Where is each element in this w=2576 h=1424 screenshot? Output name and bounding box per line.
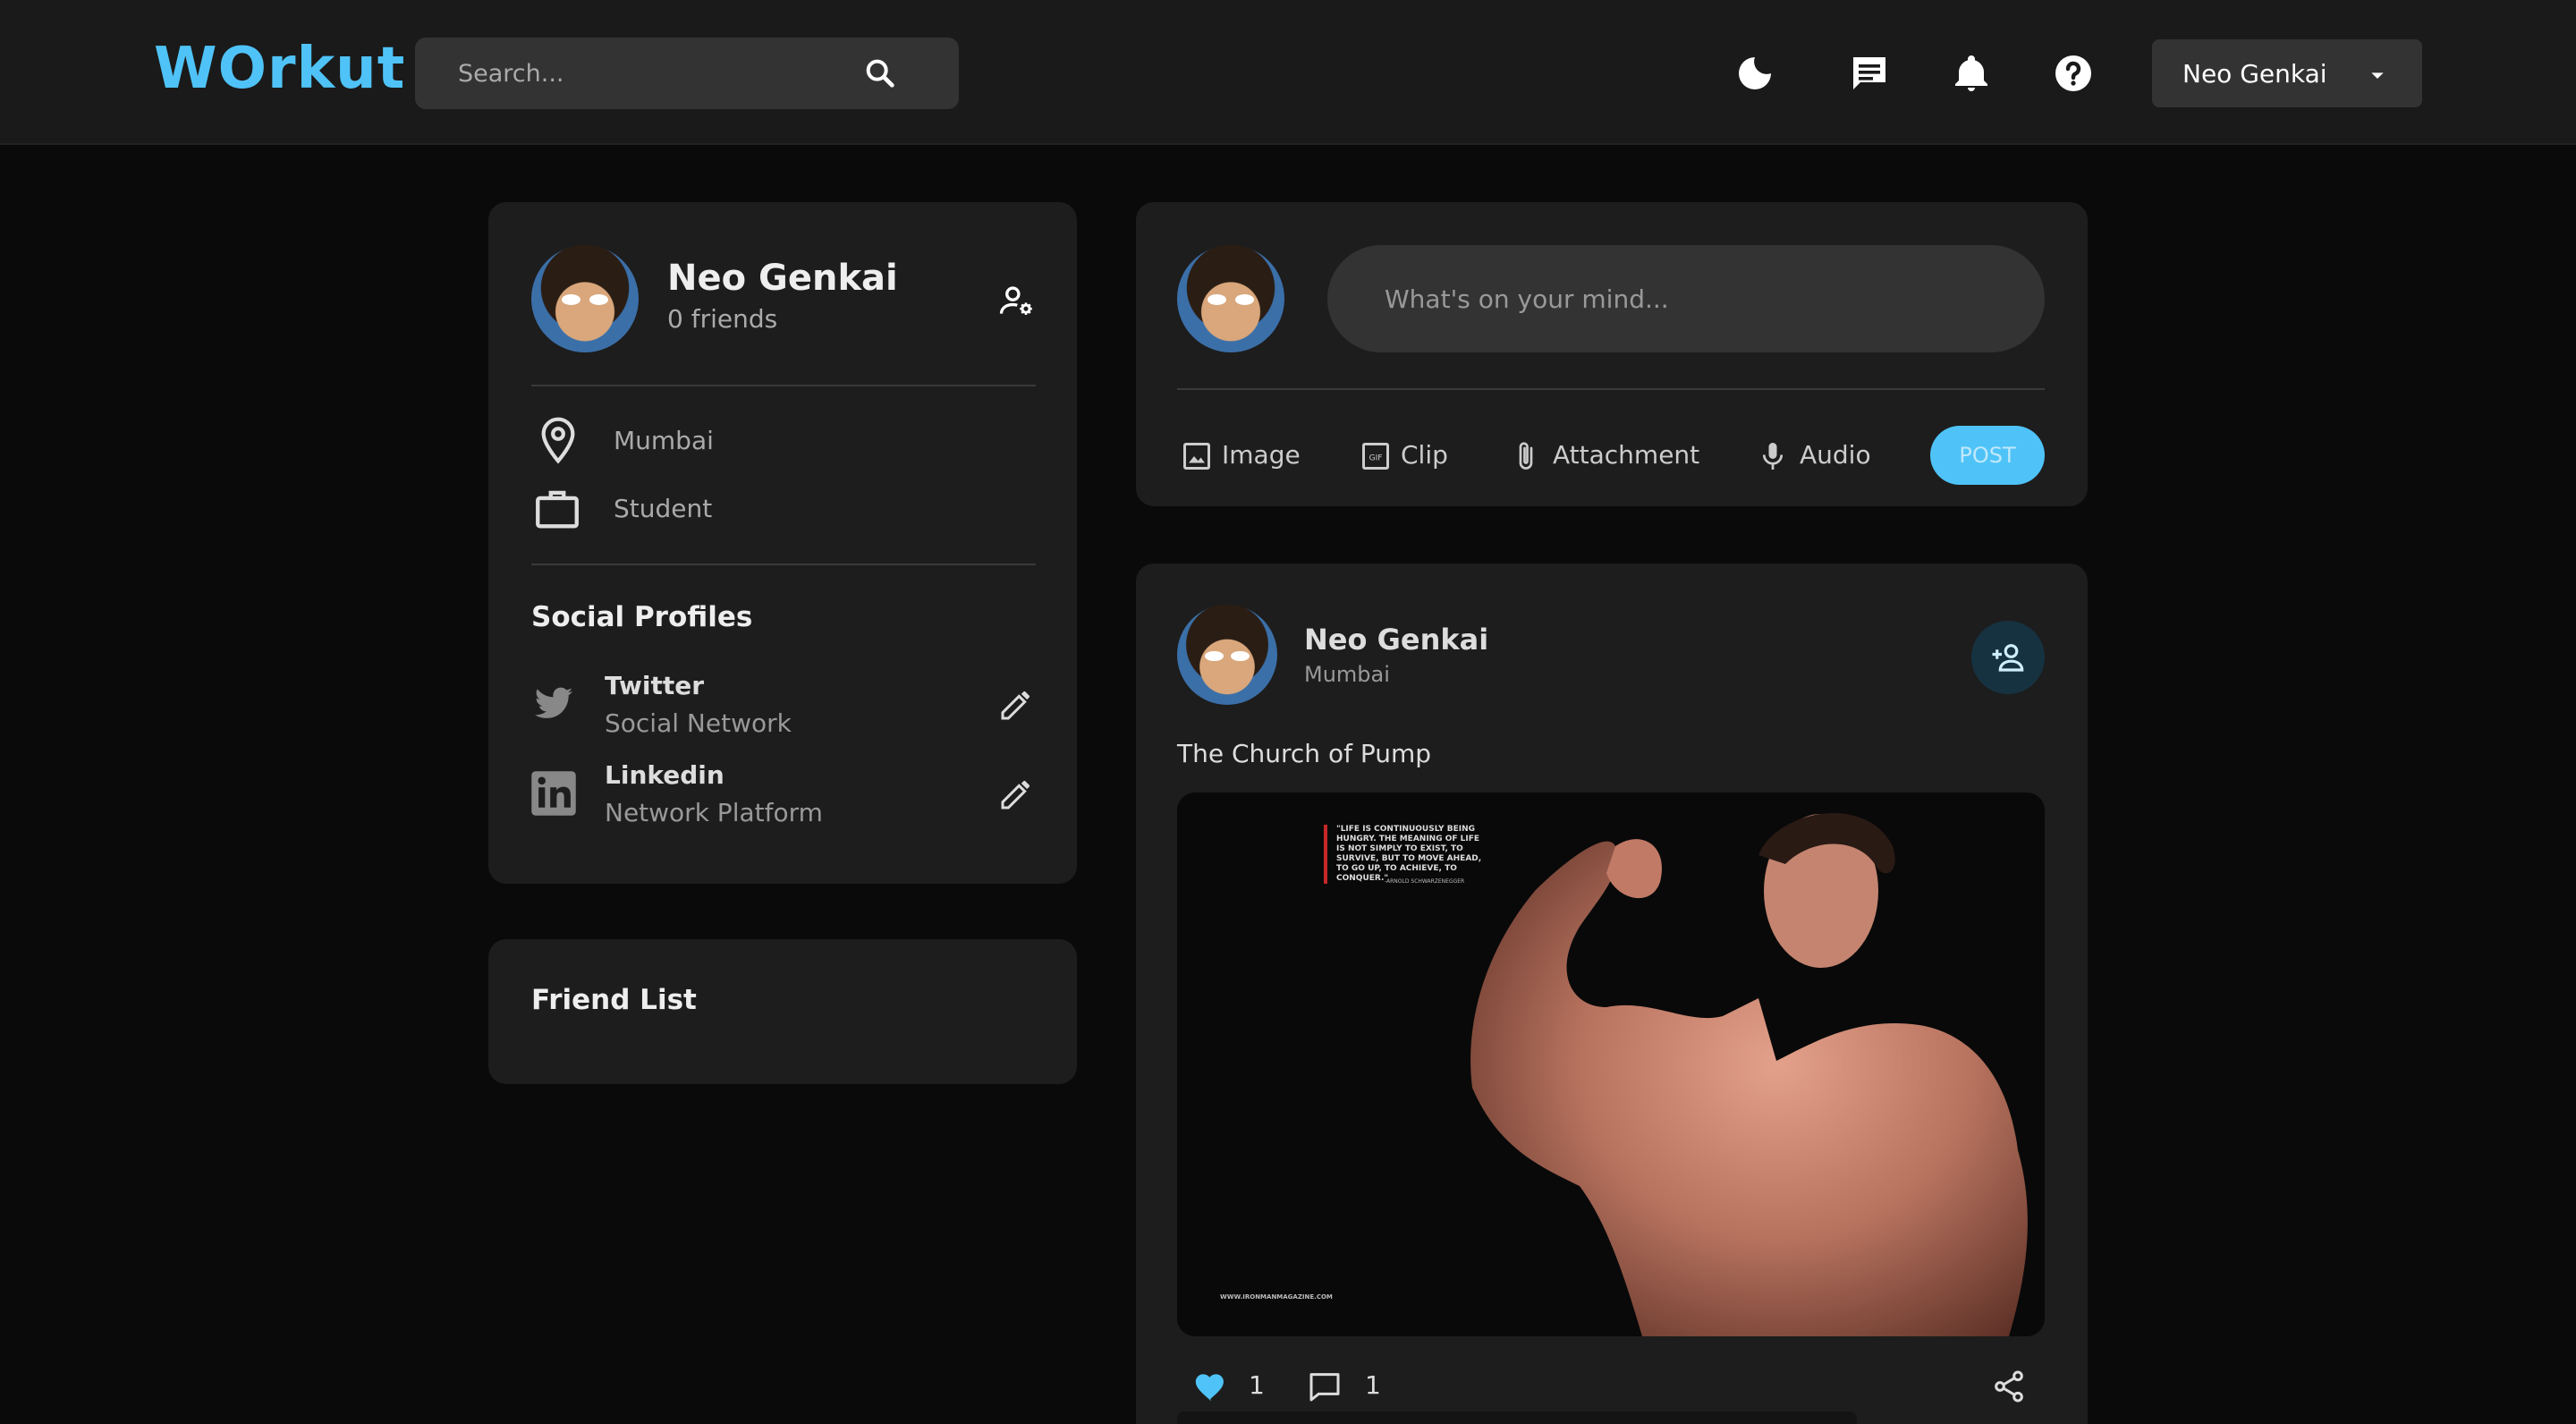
profile-divider — [531, 564, 1036, 565]
social-subtitle: Network Platform — [605, 798, 823, 827]
likes-count: 1 — [1249, 1370, 1265, 1400]
social-name: Linkedin — [605, 760, 724, 790]
post-button[interactable]: POST — [1930, 426, 2045, 485]
gif-icon: GIF — [1362, 443, 1389, 470]
linkedin-icon[interactable] — [530, 769, 578, 818]
post-author-avatar[interactable] — [1177, 605, 1277, 705]
post-image[interactable]: "LIFE IS CONTINUOUSLY BEING HUNGRY. THE … — [1177, 793, 2045, 1336]
composer-action-label: Attachment — [1553, 440, 1700, 470]
search-input[interactable] — [458, 38, 869, 109]
twitter-icon[interactable] — [531, 683, 576, 725]
paperclip-icon — [1519, 442, 1533, 470]
post-author-name[interactable]: Neo Genkai — [1304, 623, 1488, 657]
location-pin-icon — [541, 417, 575, 464]
composer-action-label: Image — [1222, 440, 1301, 470]
share-icon[interactable] — [1991, 1369, 2027, 1404]
svg-text:GIF: GIF — [1369, 454, 1383, 463]
composer-action-label: Clip — [1401, 440, 1448, 470]
microphone-icon — [1762, 443, 1784, 470]
bell-icon[interactable] — [1950, 52, 1993, 95]
friend-list-title: Friend List — [531, 984, 697, 1016]
profile-divider — [531, 385, 1036, 386]
profile-friends-count: 0 friends — [667, 304, 778, 334]
moon-icon[interactable] — [1733, 52, 1776, 95]
add-friend-button[interactable] — [1971, 621, 2045, 694]
post-author-location: Mumbai — [1304, 662, 1390, 687]
social-subtitle: Social Network — [605, 708, 792, 738]
app-logo[interactable]: WOrkut — [154, 36, 405, 102]
composer-avatar — [1177, 245, 1284, 352]
caret-down-icon — [2371, 72, 2384, 79]
social-profiles-title: Social Profiles — [531, 601, 753, 633]
user-menu-label: Neo Genkai — [2182, 59, 2327, 89]
comment-icon[interactable] — [1306, 1369, 1343, 1404]
image-site-url: WWW.IRONMANMAGAZINE.COM — [1220, 1293, 1333, 1301]
person-add-icon — [1992, 644, 2024, 672]
edit-pencil-icon[interactable] — [998, 776, 1034, 812]
profile-occupation: Student — [614, 494, 713, 523]
chat-icon[interactable] — [1848, 52, 1891, 95]
search-icon[interactable] — [862, 55, 898, 91]
profile-avatar[interactable] — [531, 245, 639, 352]
top-navbar: WOrkut Neo Genkai — [0, 0, 2576, 145]
briefcase-icon — [536, 490, 579, 529]
composer-divider — [1177, 388, 2045, 390]
profile-location: Mumbai — [614, 426, 714, 455]
profile-name: Neo Genkai — [667, 258, 898, 299]
edit-pencil-icon[interactable] — [998, 687, 1034, 723]
social-name: Twitter — [605, 671, 705, 700]
user-menu-dropdown[interactable]: Neo Genkai — [2152, 39, 2422, 107]
help-icon[interactable] — [2052, 52, 2095, 95]
image-icon — [1183, 443, 1210, 470]
manage-account-icon[interactable] — [996, 281, 1036, 320]
bodybuilder-illustration — [1470, 812, 2028, 1336]
comments-count: 1 — [1365, 1370, 1381, 1400]
post-caption: The Church of Pump — [1177, 739, 1432, 768]
composer-action-label: Audio — [1800, 440, 1871, 470]
composer-placeholder: What's on your mind... — [1385, 284, 1669, 314]
heart-icon[interactable] — [1193, 1370, 1229, 1403]
comment-section-edge — [1177, 1411, 1857, 1424]
composer-input[interactable]: What's on your mind... — [1327, 245, 2045, 352]
